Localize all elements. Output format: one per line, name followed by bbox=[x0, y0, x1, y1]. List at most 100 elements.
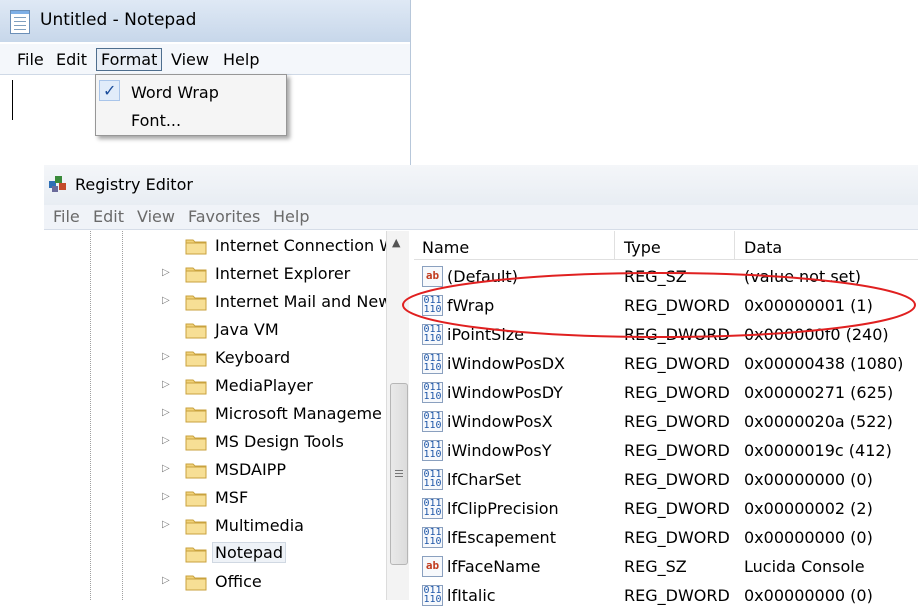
tree-item-internet-connection[interactable]: Internet Connection W bbox=[164, 233, 414, 259]
expand-arrow-icon[interactable]: ▷ bbox=[162, 491, 170, 502]
scrollbar-thumb[interactable] bbox=[390, 383, 408, 565]
menu-help[interactable]: Help bbox=[218, 48, 264, 71]
tree-item-keyboard[interactable]: ▷ Keyboard bbox=[162, 345, 414, 371]
tree-item-label: MediaPlayer bbox=[215, 376, 313, 395]
font-label: Font... bbox=[131, 111, 182, 130]
tree-item-msf[interactable]: ▷ MSF bbox=[162, 485, 414, 511]
notepad-menubar: File Edit Format View Help bbox=[0, 44, 410, 75]
tree-item-notepad[interactable]: Notepad bbox=[164, 541, 414, 567]
expand-arrow-icon[interactable]: ▷ bbox=[162, 379, 170, 390]
notepad-title: Untitled - Notepad bbox=[40, 10, 197, 30]
tree-item-microsoft-management[interactable]: ▷ Microsoft Manageme bbox=[162, 401, 414, 427]
tree-item-internet-explorer[interactable]: ▷ Internet Explorer bbox=[162, 261, 414, 287]
tree-scrollbar[interactable]: ▲ bbox=[386, 231, 409, 600]
value-row-iwindowposy[interactable]: 011 110 iWindowPosY REG_DWORD 0x0000019c … bbox=[414, 437, 918, 466]
value-row-ipointsize[interactable]: 011 110 iPointSize REG_DWORD 0x000000f0 (… bbox=[414, 321, 918, 350]
value-data: 0x00000000 (0) bbox=[744, 586, 873, 605]
value-row-iwindowposx[interactable]: 011 110 iWindowPosX REG_DWORD 0x0000020a … bbox=[414, 408, 918, 437]
menu-format[interactable]: Format bbox=[96, 48, 163, 71]
value-data: (value not set) bbox=[744, 267, 862, 286]
registry-title: Registry Editor bbox=[75, 175, 193, 194]
value-name: lfItalic bbox=[447, 586, 496, 605]
scroll-up-arrow-icon[interactable]: ▲ bbox=[392, 236, 400, 249]
reg-menu-edit[interactable]: Edit bbox=[93, 207, 124, 226]
value-name: fWrap bbox=[447, 296, 495, 315]
expand-arrow-icon[interactable]: ▷ bbox=[162, 295, 170, 306]
tree-item-internet-mail[interactable]: ▷ Internet Mail and New bbox=[162, 289, 414, 315]
value-row-iwindowposdx[interactable]: 011 110 iWindowPosDX REG_DWORD 0x00000438… bbox=[414, 350, 918, 379]
dword-value-icon: 011 110 bbox=[422, 585, 443, 606]
dword-value-icon: 011 110 bbox=[422, 295, 443, 316]
tree-item-label: Microsoft Manageme bbox=[215, 404, 382, 423]
value-name: iWindowPosX bbox=[447, 412, 553, 431]
format-dropdown: ✓ Word Wrap Font... bbox=[95, 74, 287, 136]
value-row-lffacename[interactable]: ab lfFaceName REG_SZ Lucida Console bbox=[414, 553, 918, 582]
expand-arrow-icon[interactable]: ▷ bbox=[162, 575, 170, 586]
tree-item-label: Java VM bbox=[215, 320, 279, 339]
dword-value-icon: 011 110 bbox=[422, 527, 443, 548]
value-name: iWindowPosY bbox=[447, 441, 552, 460]
value-row-lfitalic[interactable]: 011 110 lfItalic REG_DWORD 0x00000000 (0) bbox=[414, 582, 918, 611]
menu-view[interactable]: View bbox=[166, 48, 214, 71]
registry-tree-pane[interactable]: Internet Connection W ▷ Internet Explore… bbox=[44, 231, 409, 600]
registry-values-pane[interactable]: Name Type Data ab (Default) REG_SZ (valu… bbox=[414, 231, 918, 606]
expand-arrow-icon[interactable]: ▷ bbox=[162, 435, 170, 446]
column-header-name[interactable]: Name bbox=[414, 238, 469, 257]
folder-icon bbox=[185, 491, 207, 507]
value-row-lfclipprecision[interactable]: 011 110 lfClipPrecision REG_DWORD 0x00000… bbox=[414, 495, 918, 524]
values-header: Name Type Data bbox=[414, 231, 918, 260]
reg-menu-help[interactable]: Help bbox=[273, 207, 309, 226]
folder-icon bbox=[185, 267, 207, 283]
folder-icon bbox=[185, 351, 207, 367]
tree-guide-line bbox=[90, 231, 92, 600]
value-row-default[interactable]: ab (Default) REG_SZ (value not set) bbox=[414, 263, 918, 292]
dword-value-icon: 011 110 bbox=[422, 411, 443, 432]
tree-item-office[interactable]: ▷ Office bbox=[162, 569, 414, 595]
tree-item-label: Internet Explorer bbox=[215, 264, 351, 283]
string-value-icon: ab bbox=[422, 266, 443, 287]
value-name: iPointSize bbox=[447, 325, 525, 344]
menu-edit[interactable]: Edit bbox=[51, 48, 92, 71]
value-data: 0x00000002 (2) bbox=[744, 499, 873, 518]
folder-icon bbox=[185, 323, 207, 339]
value-type: REG_DWORD bbox=[624, 528, 730, 547]
dword-value-icon: 011 110 bbox=[422, 382, 443, 403]
tree-item-multimedia[interactable]: ▷ Multimedia bbox=[162, 513, 414, 539]
value-data: 0x00000000 (0) bbox=[744, 470, 873, 489]
registry-titlebar[interactable]: Registry Editor bbox=[44, 165, 918, 205]
tree-item-mediaplayer[interactable]: ▷ MediaPlayer bbox=[162, 373, 414, 399]
column-header-type[interactable]: Type bbox=[616, 238, 661, 257]
dword-value-icon: 011 110 bbox=[422, 469, 443, 490]
reg-menu-favorites[interactable]: Favorites bbox=[188, 207, 260, 226]
tree-item-ms-design-tools[interactable]: ▷ MS Design Tools bbox=[162, 429, 414, 455]
column-header-data[interactable]: Data bbox=[736, 238, 782, 257]
tree-item-msdaipp[interactable]: ▷ MSDAIPP bbox=[162, 457, 414, 483]
dword-value-icon: 011 110 bbox=[422, 498, 443, 519]
value-data: 0x000000f0 (240) bbox=[744, 325, 889, 344]
menu-file[interactable]: File bbox=[12, 48, 49, 71]
value-type: REG_DWORD bbox=[624, 325, 730, 344]
tree-item-java-vm[interactable]: Java VM bbox=[164, 317, 414, 343]
folder-icon bbox=[185, 519, 207, 535]
menu-item-word-wrap[interactable]: ✓ Word Wrap bbox=[96, 78, 286, 105]
value-row-fwrap[interactable]: 011 110 fWrap REG_DWORD 0x00000001 (1) bbox=[414, 292, 918, 321]
reg-menu-view[interactable]: View bbox=[137, 207, 175, 226]
notepad-titlebar[interactable]: Untitled - Notepad bbox=[0, 0, 410, 42]
value-type: REG_DWORD bbox=[624, 383, 730, 402]
expand-arrow-icon[interactable]: ▷ bbox=[162, 519, 170, 530]
folder-icon bbox=[185, 435, 207, 451]
reg-menu-file[interactable]: File bbox=[53, 207, 80, 226]
value-row-iwindowposdy[interactable]: 011 110 iWindowPosDY REG_DWORD 0x00000271… bbox=[414, 379, 918, 408]
value-row-lfcharset[interactable]: 011 110 lfCharSet REG_DWORD 0x00000000 (0… bbox=[414, 466, 918, 495]
expand-arrow-icon[interactable]: ▷ bbox=[162, 463, 170, 474]
expand-arrow-icon[interactable]: ▷ bbox=[162, 267, 170, 278]
value-row-lfescapement[interactable]: 011 110 lfEscapement REG_DWORD 0x00000000… bbox=[414, 524, 918, 553]
expand-arrow-icon[interactable]: ▷ bbox=[162, 351, 170, 362]
expand-arrow-icon[interactable]: ▷ bbox=[162, 407, 170, 418]
value-name: lfClipPrecision bbox=[447, 499, 559, 518]
value-data: 0x00000271 (625) bbox=[744, 383, 894, 402]
folder-icon bbox=[185, 379, 207, 395]
menu-item-font[interactable]: Font... bbox=[96, 106, 286, 133]
value-type: REG_SZ bbox=[624, 267, 687, 286]
folder-icon bbox=[185, 295, 207, 311]
